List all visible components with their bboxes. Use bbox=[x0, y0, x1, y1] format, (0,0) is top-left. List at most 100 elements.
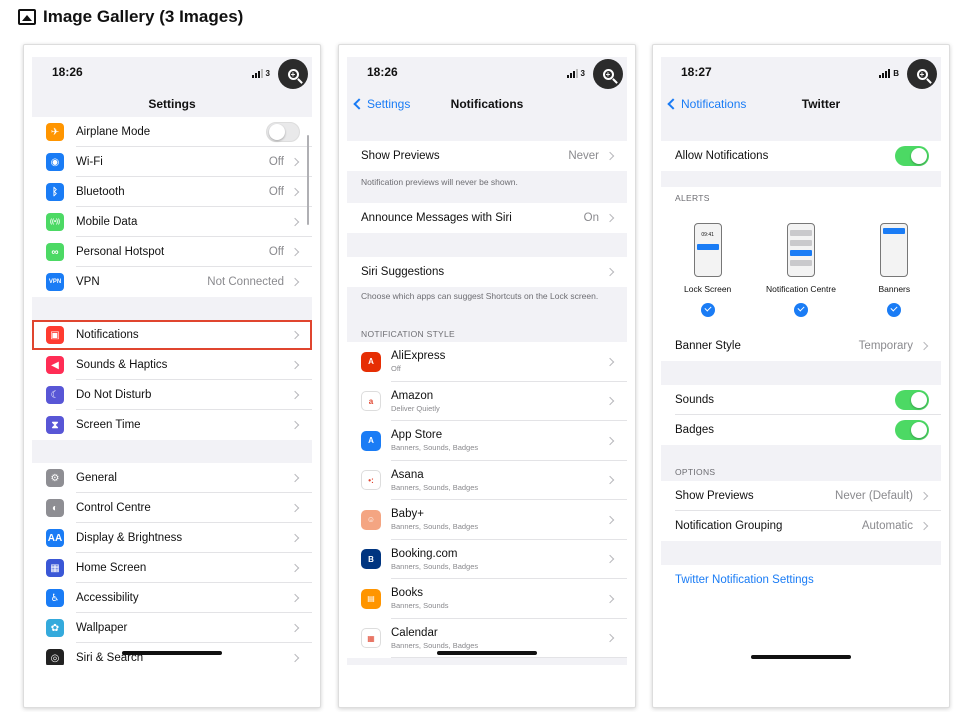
app-row-books[interactable]: ▤ Books Banners, Sounds bbox=[347, 579, 627, 619]
app-notification-summary: Banners, Sounds, Badges bbox=[391, 640, 479, 650]
settings-row-control-centre[interactable]: ◐ Control Centre bbox=[32, 493, 312, 523]
settings-row-wallpaper[interactable]: ✿ Wallpaper bbox=[32, 613, 312, 643]
zoom-in-icon[interactable]: + bbox=[593, 59, 623, 89]
show-previews-row[interactable]: Show Previews Never (Default) bbox=[661, 481, 941, 511]
settings-row-sounds[interactable]: ◀ Sounds & Haptics bbox=[32, 350, 312, 380]
sounds-icon: ◀ bbox=[46, 356, 64, 374]
notifications-group: ▣ Notifications ◀ Sounds & Haptics ☾ Do Not D… bbox=[32, 320, 312, 440]
home-indicator bbox=[751, 655, 851, 659]
app-row-amazon[interactable]: a Amazon Deliver Quietly bbox=[347, 382, 627, 421]
options-heading: OPTIONS bbox=[675, 467, 716, 477]
app-notification-summary: Banners, Sounds, Badges bbox=[391, 561, 479, 571]
zoom-in-icon[interactable]: + bbox=[278, 59, 308, 89]
app-row-aliexpress[interactable]: A AliExpress Off bbox=[347, 342, 627, 382]
accessibility-icon: ♿ bbox=[46, 589, 64, 607]
settings-row-notifications[interactable]: ▣ Notifications bbox=[32, 320, 312, 350]
allow-notifications-toggle[interactable] bbox=[895, 146, 929, 166]
lock-screen-style[interactable]: 09:41 Lock Screen bbox=[663, 223, 753, 317]
chevron-right-icon bbox=[290, 533, 300, 543]
chevron-right-icon bbox=[290, 593, 300, 603]
chevron-right-icon bbox=[605, 357, 615, 366]
settings-row-value: Not Connected bbox=[207, 276, 284, 288]
settings-row-label: Mobile Data bbox=[76, 216, 138, 228]
app-row-asana[interactable]: •: Asana Banners, Sounds, Badges bbox=[347, 461, 627, 500]
settings-row-airplane[interactable]: ✈ Airplane Mode bbox=[32, 117, 312, 147]
settings-row-moon[interactable]: ☾ Do Not Disturb bbox=[32, 380, 312, 410]
banners-style[interactable]: Banners bbox=[849, 223, 939, 317]
hotspot-icon: ∞ bbox=[46, 243, 64, 261]
bluetooth-icon: ᛒ bbox=[46, 183, 64, 201]
notifications-screen: 18:26 3 + Settings Notifications Show Pr… bbox=[347, 57, 627, 665]
gallery-image-1[interactable]: 18:26 3 + Settings ✈ Airplane Mode ◉ Wi-Fi O… bbox=[23, 44, 321, 708]
status-bar: 18:26 3 + bbox=[347, 57, 627, 89]
siri-suggestions-row[interactable]: Siri Suggestions bbox=[347, 257, 627, 287]
booking-icon: B bbox=[361, 549, 381, 570]
chevron-right-icon bbox=[290, 563, 300, 573]
settings-row-wifi[interactable]: ◉ Wi-Fi Off bbox=[32, 147, 312, 177]
page-title: Twitter bbox=[801, 97, 841, 111]
settings-row-hotspot[interactable]: ∞ Personal Hotspot Off bbox=[32, 237, 312, 267]
settings-row-mobile-data[interactable]: ((•)) Mobile Data bbox=[32, 207, 312, 237]
app-row-booking[interactable]: B Booking.com Banners, Sounds, Badges bbox=[347, 540, 627, 579]
checkmark-icon bbox=[887, 303, 902, 317]
announce-messages-row[interactable]: Announce Messages with Siri On bbox=[347, 203, 627, 233]
checkmark-icon bbox=[793, 303, 808, 317]
chevron-right-icon bbox=[605, 397, 615, 406]
gallery-title: Image Gallery (3 Images) bbox=[43, 7, 244, 26]
page-title: Notifications bbox=[450, 97, 524, 111]
chevron-left-icon bbox=[667, 98, 679, 110]
wallpaper-icon: ✿ bbox=[46, 619, 64, 637]
lock-screen-preview-icon: 09:41 bbox=[693, 223, 722, 277]
app-name: Booking.com bbox=[391, 547, 458, 560]
chevron-right-icon bbox=[290, 420, 300, 430]
chevron-right-icon bbox=[605, 594, 615, 603]
settings-row-label: Display & Brightness bbox=[76, 532, 183, 544]
moon-icon: ☾ bbox=[46, 386, 64, 404]
settings-row-label: Wallpaper bbox=[76, 622, 128, 634]
settings-row-value: Off bbox=[268, 156, 284, 168]
settings-row-bluetooth[interactable]: ᛒ Bluetooth Off bbox=[32, 177, 312, 207]
signal-icon: 3 bbox=[251, 69, 270, 78]
chevron-right-icon bbox=[290, 390, 300, 400]
chevron-right-icon bbox=[605, 267, 615, 277]
signal-icon: 3 bbox=[566, 69, 585, 78]
chevron-right-icon bbox=[605, 634, 615, 643]
gallery-image-2[interactable]: 18:26 3 + Settings Notifications Show Pr… bbox=[338, 44, 636, 708]
banner-style-row[interactable]: Banner Style Temporary bbox=[661, 331, 941, 361]
chevron-right-icon bbox=[605, 213, 615, 223]
scrollbar[interactable] bbox=[306, 135, 309, 225]
chevron-right-icon bbox=[919, 341, 929, 351]
home-indicator bbox=[437, 651, 537, 655]
zoom-in-icon[interactable]: + bbox=[907, 59, 937, 89]
app-notification-summary: Banners, Sounds bbox=[391, 601, 449, 611]
show-previews-row[interactable]: Show Previews Never bbox=[347, 141, 627, 171]
airplane-mode-toggle[interactable] bbox=[266, 122, 300, 142]
notification-centre-preview-icon bbox=[786, 223, 815, 277]
gallery-image-3[interactable]: 18:27 B + Notifications Twitter Allow No… bbox=[652, 44, 950, 708]
chevron-right-icon bbox=[605, 151, 615, 161]
settings-row-label: Airplane Mode bbox=[76, 126, 151, 138]
chevron-right-icon bbox=[605, 555, 615, 564]
settings-row-accessibility[interactable]: ♿ Accessibility bbox=[32, 583, 312, 613]
notification-style-heading: NOTIFICATION STYLE bbox=[361, 329, 456, 339]
home-screen-icon: ▦ bbox=[46, 559, 64, 577]
sounds-toggle[interactable] bbox=[895, 390, 929, 410]
settings-row-display[interactable]: AA Display & Brightness bbox=[32, 523, 312, 553]
settings-row-value: Off bbox=[268, 246, 284, 258]
app-row-baby-plus[interactable]: ☺ Baby+ Banners, Sounds, Badges bbox=[347, 500, 627, 540]
badges-row: Badges bbox=[661, 415, 941, 445]
settings-row-hourglass[interactable]: ⧗ Screen Time bbox=[32, 410, 312, 440]
settings-row-label: Control Centre bbox=[76, 502, 151, 514]
aliexpress-icon: A bbox=[361, 351, 381, 372]
settings-row-vpn[interactable]: VPN VPN Not Connected bbox=[32, 267, 312, 297]
notification-grouping-row[interactable]: Notification Grouping Automatic bbox=[661, 511, 941, 541]
badges-toggle[interactable] bbox=[895, 420, 929, 440]
status-time: 18:27 bbox=[681, 65, 712, 79]
notification-centre-style[interactable]: Notification Centre bbox=[756, 223, 846, 317]
chevron-right-icon bbox=[290, 653, 300, 663]
twitter-notification-settings-link[interactable]: Twitter Notification Settings bbox=[661, 565, 941, 595]
settings-row-home-screen[interactable]: ▦ Home Screen bbox=[32, 553, 312, 583]
settings-row-gear[interactable]: ⚙ General bbox=[32, 463, 312, 493]
app-row-app-store[interactable]: A App Store Banners, Sounds, Badges bbox=[347, 421, 627, 461]
settings-row-label: Notifications bbox=[76, 329, 139, 341]
